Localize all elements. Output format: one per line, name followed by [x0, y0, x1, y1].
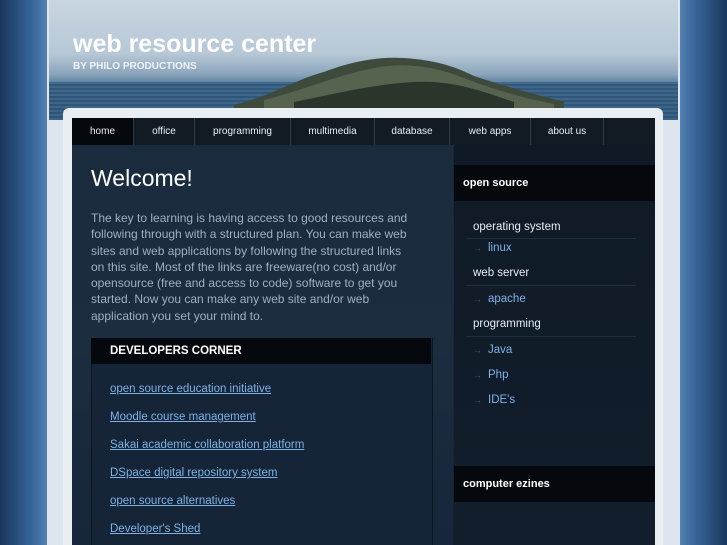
- sidebar-divider: [466, 238, 636, 239]
- sidebar-divider: [466, 336, 636, 337]
- nav-item-database[interactable]: database: [375, 118, 450, 145]
- sidebar-link-label: Java: [488, 344, 513, 356]
- sidebar-link-label: apache: [488, 293, 526, 305]
- dev-link-developers-shed[interactable]: Developer's Shed: [110, 523, 200, 535]
- dev-link-sakai[interactable]: Sakai academic collaboration platform: [110, 439, 304, 451]
- arrow-icon: →: [473, 370, 482, 380]
- sidebar-link-linux[interactable]: → linux: [473, 242, 512, 254]
- dev-link-moodle[interactable]: Moodle course management: [110, 411, 256, 423]
- dev-link-open-source-education[interactable]: open source education initiative: [110, 383, 271, 395]
- page-title: Welcome!: [91, 165, 193, 191]
- arrow-icon: →: [473, 395, 482, 405]
- dev-link-open-source-alternatives[interactable]: open source alternatives: [110, 495, 235, 507]
- sidebar-link-label: linux: [488, 242, 512, 254]
- header-banner: [49, 0, 678, 120]
- main-navigation: home office programming multimedia datab…: [72, 118, 655, 146]
- site-subtitle: BY PHILO PRODUCTIONS: [73, 61, 197, 72]
- computer-ezines-heading: computer ezines: [454, 466, 655, 502]
- sidebar-link-java[interactable]: → Java: [473, 344, 512, 356]
- arrow-icon: →: [473, 294, 482, 304]
- sidebar-category-web-server: web server: [473, 267, 530, 279]
- nav-item-multimedia[interactable]: multimedia: [291, 118, 375, 145]
- developers-corner-heading: DEVELOPERS CORNER: [91, 338, 431, 364]
- arrow-icon: →: [473, 243, 482, 253]
- right-background-glow: [677, 0, 727, 545]
- sidebar-category-programming: programming: [473, 318, 541, 330]
- nav-item-home[interactable]: home: [72, 118, 134, 145]
- open-source-heading: open source: [454, 165, 655, 201]
- sidebar-link-ides[interactable]: → IDE's: [473, 394, 515, 406]
- island-image: [234, 57, 564, 110]
- nav-item-programming[interactable]: programming: [195, 118, 291, 145]
- arrow-icon: →: [473, 345, 482, 355]
- left-background-glow: [0, 0, 50, 545]
- intro-paragraph: The key to learning is having access to …: [91, 211, 408, 323]
- sidebar-link-apache[interactable]: → apache: [473, 293, 526, 305]
- nav-item-office[interactable]: office: [134, 118, 195, 145]
- sidebar-divider: [466, 285, 636, 286]
- sidebar-link-php[interactable]: → Php: [473, 369, 508, 381]
- nav-item-about-us[interactable]: about us: [531, 118, 604, 145]
- sidebar-category-operating-system: operating system: [473, 221, 561, 233]
- sidebar-link-label: Php: [488, 369, 509, 381]
- dev-link-dspace[interactable]: DSpace digital repository system: [110, 467, 277, 479]
- sidebar-link-label: IDE's: [488, 394, 516, 406]
- site-title: web resource center: [73, 30, 317, 58]
- nav-item-web-apps[interactable]: web apps: [450, 118, 531, 145]
